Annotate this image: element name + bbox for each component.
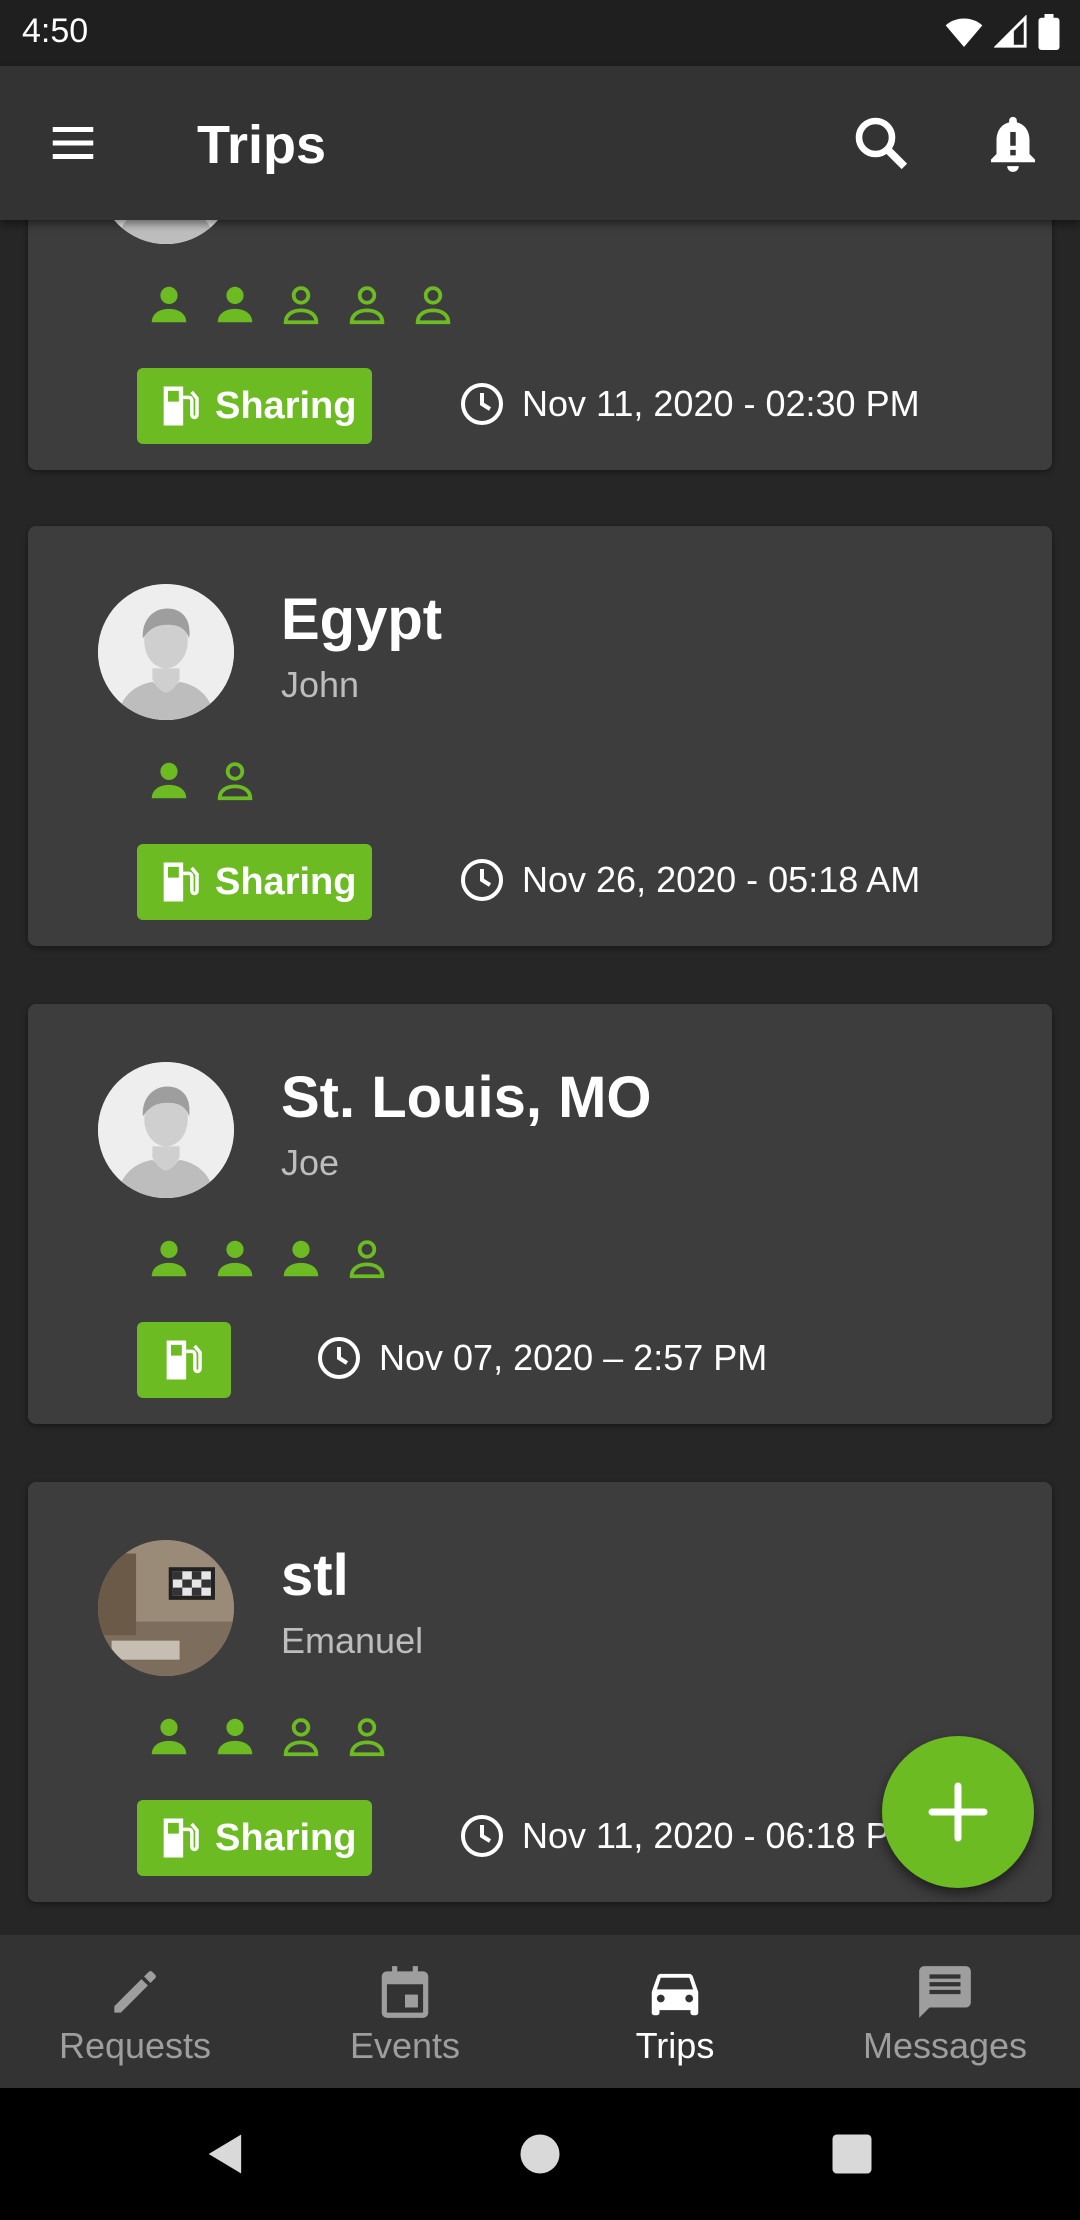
sharing-badge: Sharing [137, 844, 373, 920]
clock-icon [458, 1812, 506, 1860]
trip-driver: John [281, 664, 360, 705]
notification-bell-icon[interactable] [980, 110, 1046, 176]
avatar [98, 1062, 234, 1198]
seat-indicators [146, 1236, 390, 1282]
nav-label: Messages [862, 2025, 1028, 2066]
pencil-icon [114, 1971, 156, 2013]
fuel-badge [137, 1322, 231, 1398]
trip-datetime: Nov 07, 2020 – 2:57 PM [315, 1334, 767, 1382]
trip-card[interactable]: Sharing Nov 11, 2020 - 02:30 PM [28, 220, 1052, 470]
seat-filled-icon [146, 1236, 192, 1282]
datetime-text: Nov 11, 2020 - 02:30 PM [522, 383, 920, 424]
seat-filled-icon [212, 1236, 258, 1282]
plus-icon [928, 1782, 988, 1842]
avatar [98, 584, 234, 720]
menu-icon[interactable] [40, 116, 106, 170]
trip-driver: Emanuel [281, 1620, 424, 1661]
avatar [98, 220, 234, 244]
seat-empty-icon [410, 282, 456, 328]
app-bar: Trips [0, 66, 1080, 220]
seat-empty-icon [212, 758, 258, 804]
status-icons [944, 14, 1060, 50]
avatar [98, 1540, 234, 1676]
trip-datetime: Nov 11, 2020 - 06:18 PM [458, 1812, 920, 1860]
gas-pump-icon [155, 856, 207, 908]
trip-card[interactable]: Egypt John Sharing Nov 26, 2020 - 05:18 … [28, 526, 1052, 946]
seat-indicators [146, 282, 456, 328]
battery-icon [1038, 14, 1060, 50]
gas-pump-icon [155, 1812, 207, 1864]
default-avatar-icon [98, 584, 234, 720]
seat-filled-icon [146, 282, 192, 328]
trip-datetime: Nov 11, 2020 - 02:30 PM [458, 380, 920, 428]
back-icon[interactable] [200, 2128, 252, 2180]
seat-indicators [146, 1714, 390, 1760]
search-icon[interactable] [848, 110, 914, 176]
seat-empty-icon [344, 282, 390, 328]
nav-label: Events [349, 2025, 461, 2066]
sharing-badge: Sharing [137, 1800, 373, 1876]
sharing-badge: Sharing [137, 368, 373, 444]
home-icon[interactable] [514, 2128, 566, 2180]
datetime-text: Nov 26, 2020 - 05:18 AM [522, 859, 921, 900]
nav-messages[interactable]: Messages [810, 1935, 1080, 2088]
clock-icon [458, 856, 506, 904]
datetime-text: Nov 11, 2020 - 06:18 PM [522, 1815, 920, 1856]
trip-list[interactable]: Sharing Nov 11, 2020 - 02:30 PM Egypt Jo… [0, 220, 1080, 1935]
seat-filled-icon [146, 758, 192, 804]
trip-datetime: Nov 26, 2020 - 05:18 AM [458, 856, 920, 904]
calendar-icon [381, 1966, 429, 2018]
gas-pump-icon [155, 380, 207, 432]
recents-icon[interactable] [826, 2128, 878, 2180]
seat-filled-icon [212, 282, 258, 328]
trip-driver: Joe [281, 1142, 340, 1183]
nav-trips[interactable]: Trips [540, 1935, 810, 2088]
seat-empty-icon [278, 1714, 324, 1760]
badge-label: Sharing [215, 384, 357, 427]
seat-filled-icon [146, 1714, 192, 1760]
default-avatar-icon [98, 1062, 234, 1198]
datetime-text: Nov 07, 2020 – 2:57 PM [379, 1337, 768, 1378]
seat-indicators [146, 758, 258, 804]
seat-empty-icon [344, 1236, 390, 1282]
car-icon [651, 1973, 699, 2016]
nav-requests[interactable]: Requests [0, 1935, 270, 2088]
trip-title: stl [281, 1543, 349, 1608]
add-trip-button[interactable] [882, 1736, 1034, 1888]
default-avatar-icon [98, 220, 234, 244]
seat-empty-icon [344, 1714, 390, 1760]
seat-filled-icon [212, 1714, 258, 1760]
clock-icon [315, 1334, 363, 1382]
nav-events[interactable]: Events [270, 1935, 540, 2088]
status-time: 4:50 [22, 12, 89, 50]
bottom-navigation: Requests Events Trips Messages [0, 1935, 1080, 2088]
signal-icon [994, 15, 1027, 48]
trip-card[interactable]: St. Louis, MO Joe Nov 07, 2020 – 2:57 PM [28, 1004, 1052, 1424]
page-title: Trips [197, 115, 327, 175]
room-photo-avatar [98, 1540, 234, 1676]
trip-title: St. Louis, MO [281, 1065, 652, 1130]
badge-label: Sharing [215, 1816, 357, 1859]
seat-empty-icon [278, 282, 324, 328]
nav-label: Trips [635, 2025, 715, 2066]
badge-label: Sharing [215, 860, 357, 903]
trip-title: Egypt [281, 587, 443, 652]
nav-label: Requests [58, 2025, 212, 2066]
gas-pump-icon [158, 1334, 210, 1386]
clock-icon [458, 380, 506, 428]
seat-filled-icon [278, 1236, 324, 1282]
system-navigation-bar [0, 2088, 1080, 2220]
status-bar: 4:50 [0, 0, 1080, 66]
wifi-icon [945, 18, 983, 47]
message-icon [919, 1966, 971, 2018]
